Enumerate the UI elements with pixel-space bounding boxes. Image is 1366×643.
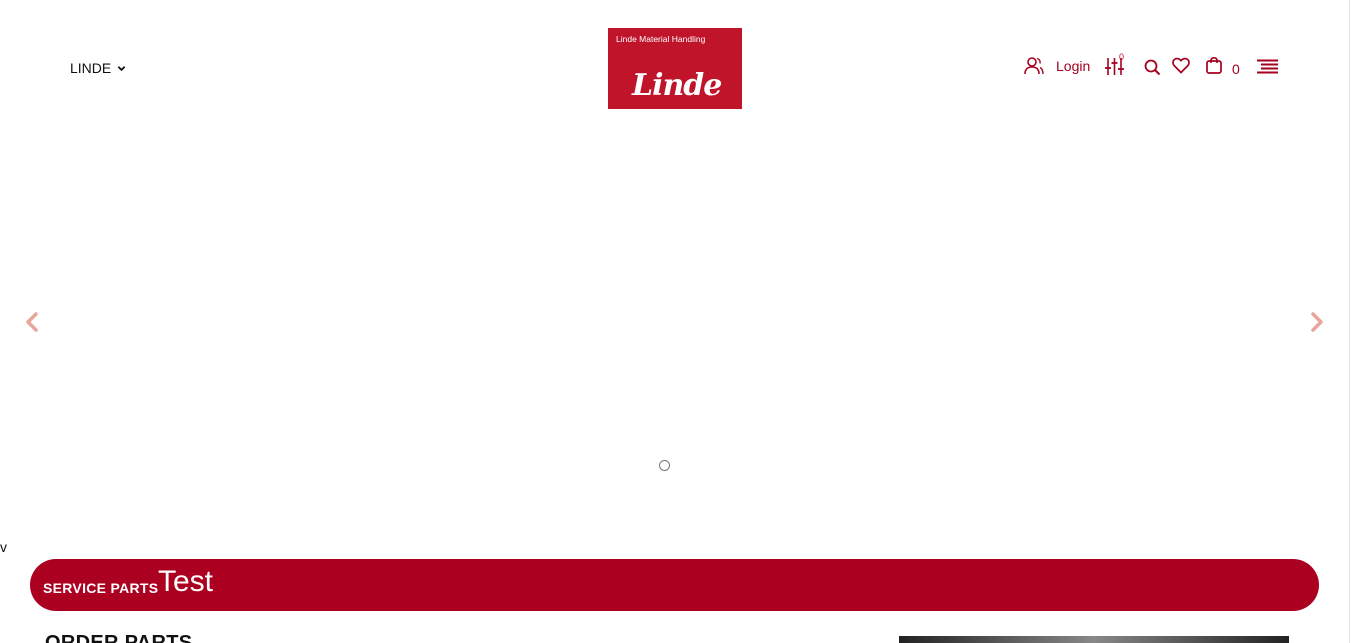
chevron-left-icon[interactable] [24,312,40,337]
cart-count: 0 [1232,61,1240,77]
user-icon[interactable] [1024,57,1044,75]
stray-text: v [0,539,7,555]
heart-icon[interactable] [1172,57,1190,74]
chevron-right-icon[interactable] [1309,312,1325,337]
banner-title: Test [158,565,214,598]
logo-wordmark: Linde [632,68,722,103]
brand-select-label: LINDE [70,60,112,76]
section-image [899,636,1289,643]
banner-small-label: SERVICE PARTS [43,580,159,596]
search-icon[interactable] [1144,59,1161,76]
login-link[interactable]: Login [1056,58,1090,74]
page: LINDE Linde Material Handling Linde Logi… [0,0,1349,643]
brand-select[interactable]: LINDE [70,60,126,76]
scrollbar[interactable] [1349,0,1366,643]
cart-bag-icon[interactable] [1206,57,1222,74]
slider-dot[interactable] [659,460,670,471]
chevron-down-icon [117,65,126,71]
menu-icon[interactable] [1257,59,1278,75]
service-parts-banner: SERVICE PARTS Test [30,559,1319,611]
compare-count-badge: 0 [1119,52,1125,62]
order-parts-heading: ORDER PARTS [45,632,193,643]
linde-logo[interactable]: Linde Material Handling Linde [608,28,742,109]
logo-tagline: Linde Material Handling [616,34,706,44]
